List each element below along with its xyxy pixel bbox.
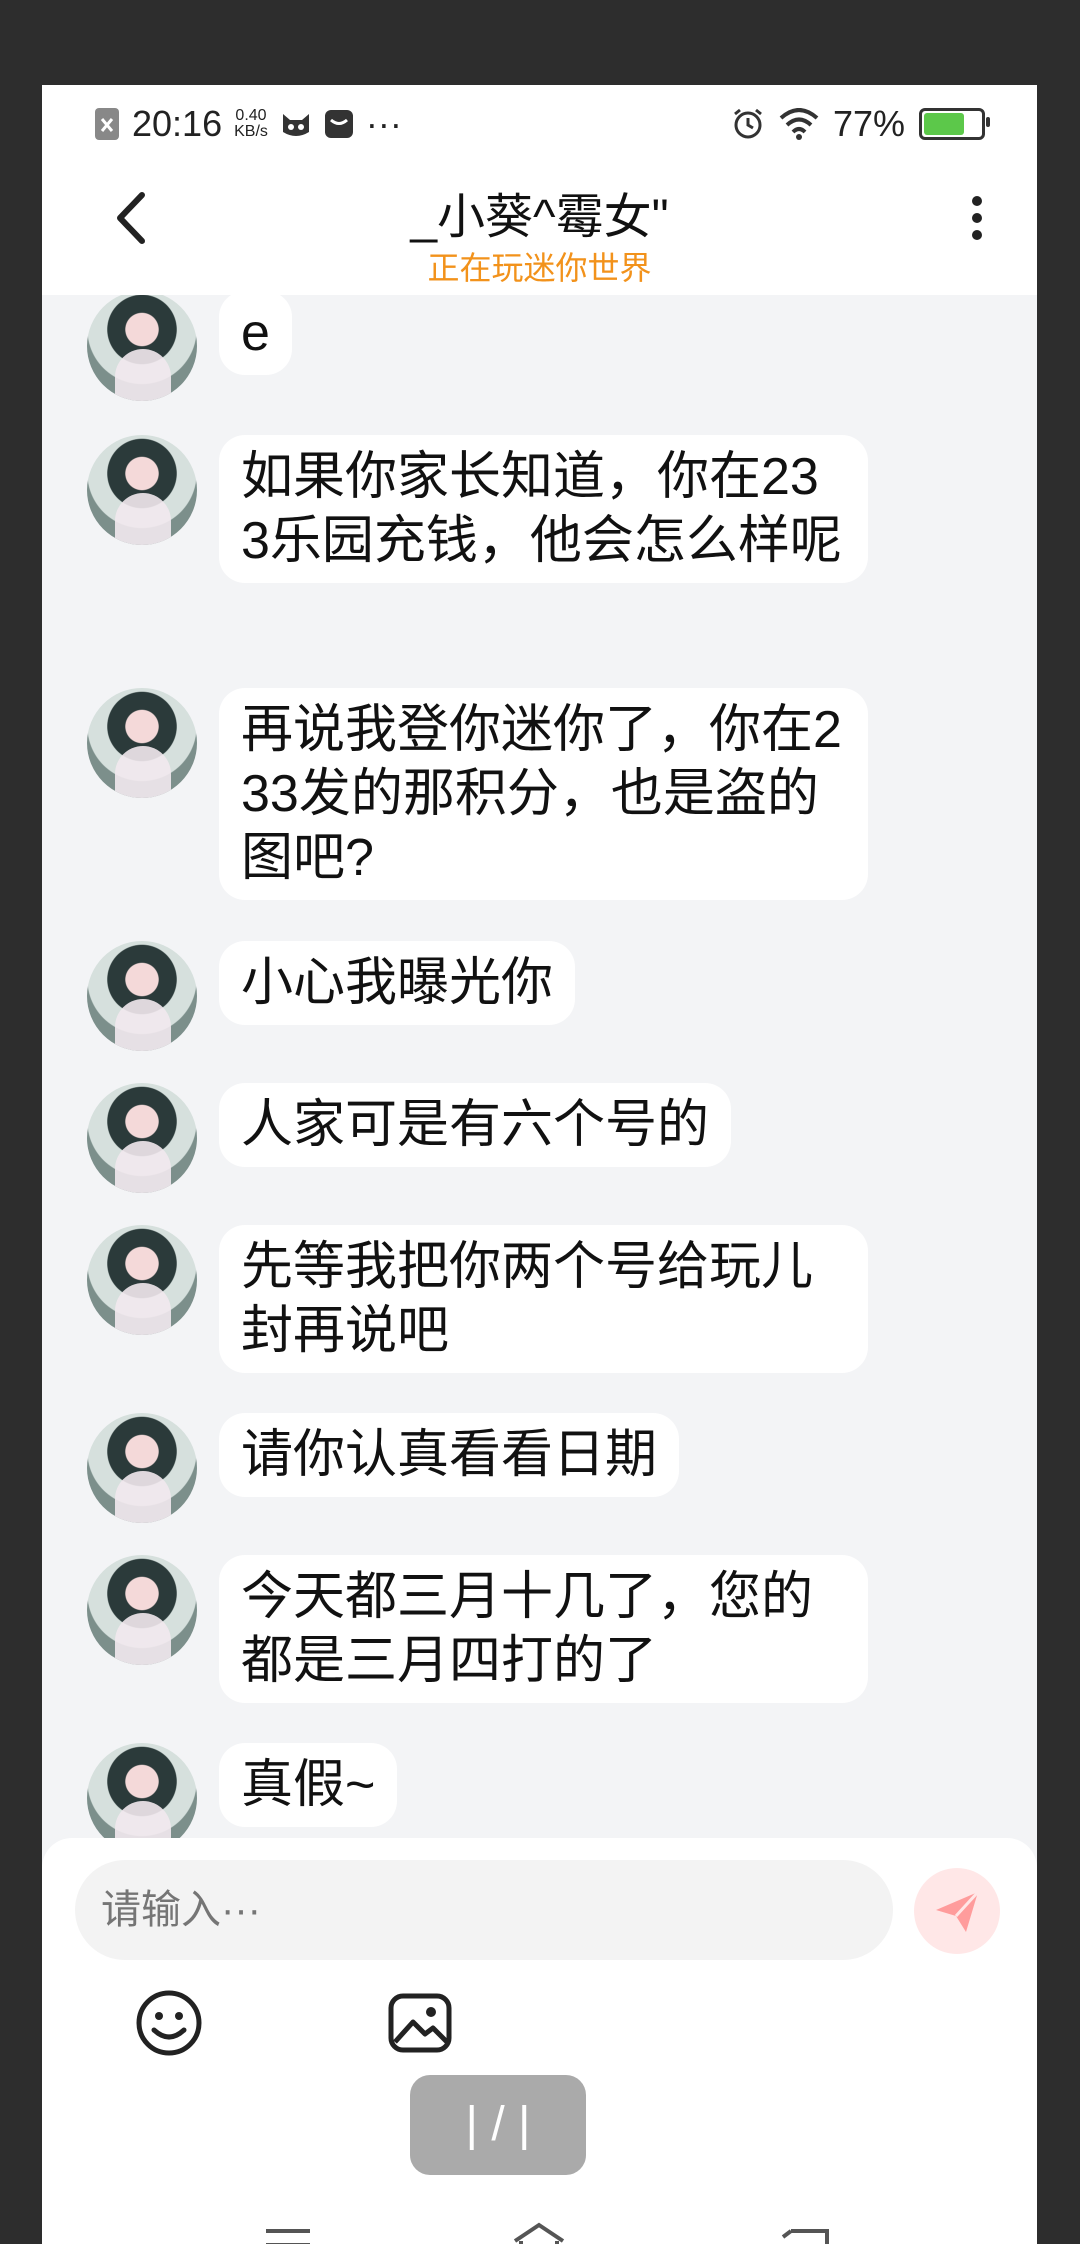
avatar[interactable]	[87, 688, 197, 798]
message-bubble[interactable]: e	[219, 295, 292, 375]
message-bubble[interactable]: 小心我曝光你	[219, 941, 576, 1025]
clock: 20:16	[132, 103, 223, 144]
battery-percent: 77%	[832, 103, 905, 144]
back-nav-icon[interactable]	[777, 2215, 837, 2244]
avatar[interactable]	[87, 1743, 197, 1853]
phone-screen: 20:16 0.40 KB/s ··· 77% _小葵^霉女" 正在玩迷你世界 …	[42, 85, 1037, 2244]
message-bubble[interactable]: 人家可是有六个号的	[219, 1083, 732, 1167]
message-item: 今天都三月十几了，您的都是三月四打的了	[87, 1555, 868, 1703]
cat-icon	[282, 114, 309, 136]
page-indicator: | / |	[410, 2075, 586, 2175]
navigation-bar	[42, 2215, 1037, 2244]
message-bubble[interactable]: 真假~	[219, 1743, 398, 1827]
message-list[interactable]: e 如果你家长知道，你在233乐园充钱，他会怎么样呢 再说我登你迷你了，你在23…	[42, 295, 1037, 1925]
message-item: e	[87, 295, 292, 401]
status-bar: 20:16 0.40 KB/s ··· 77%	[42, 85, 1037, 163]
message-input[interactable]	[75, 1860, 893, 1960]
status-right: 77%	[731, 103, 990, 145]
message-item: 再说我登你迷你了，你在233发的那积分，也是盗的图吧?	[87, 688, 868, 900]
message-item: 真假~	[87, 1743, 398, 1853]
send-icon	[936, 1890, 980, 1932]
send-button[interactable]	[914, 1868, 1000, 1954]
message-bubble[interactable]: 请你认真看看日期	[219, 1413, 680, 1497]
avatar[interactable]	[87, 1555, 197, 1665]
chat-title: _小葵^霉女"	[410, 191, 669, 244]
input-panel	[42, 1838, 1037, 2244]
message-item: 先等我把你两个号给玩儿封再说吧	[87, 1225, 868, 1373]
chat-status: 正在玩迷你世界	[427, 250, 652, 286]
more-notifications: ···	[365, 103, 402, 144]
chat-header: _小葵^霉女" 正在玩迷你世界	[42, 163, 1037, 295]
message-item: 人家可是有六个号的	[87, 1083, 732, 1193]
alarm-icon	[734, 108, 762, 139]
menu-icon[interactable]	[258, 2215, 318, 2244]
message-box-icon	[324, 110, 353, 138]
emoji-button[interactable]	[134, 1988, 204, 2058]
battery-fill	[924, 113, 964, 135]
battery-icon	[919, 108, 990, 140]
avatar[interactable]	[87, 1413, 197, 1523]
avatar[interactable]	[87, 295, 197, 401]
message-item: 请你认真看看日期	[87, 1413, 680, 1523]
avatar[interactable]	[87, 1225, 197, 1335]
message-bubble[interactable]: 再说我登你迷你了，你在233发的那积分，也是盗的图吧?	[219, 688, 868, 900]
message-bubble[interactable]: 如果你家长知道，你在233乐园充钱，他会怎么样呢	[219, 435, 868, 583]
message-item: 如果你家长知道，你在233乐园充钱，他会怎么样呢	[87, 435, 868, 583]
avatar[interactable]	[87, 435, 197, 545]
image-button[interactable]	[385, 1988, 455, 2058]
sim-icon	[95, 108, 119, 140]
message-bubble[interactable]: 先等我把你两个号给玩儿封再说吧	[219, 1225, 868, 1373]
avatar[interactable]	[87, 941, 197, 1051]
wifi-icon	[779, 108, 819, 140]
status-left: 20:16 0.40 KB/s ···	[94, 103, 402, 145]
home-icon[interactable]	[509, 2215, 569, 2244]
message-item: 小心我曝光你	[87, 941, 576, 1051]
message-bubble[interactable]: 今天都三月十几了，您的都是三月四打的了	[219, 1555, 868, 1703]
net-speed-value: 0.40	[235, 107, 267, 124]
more-options-button[interactable]	[957, 183, 997, 253]
net-speed: 0.40 KB/s	[234, 108, 268, 140]
avatar[interactable]	[87, 1083, 197, 1193]
net-speed-unit: KB/s	[234, 123, 268, 140]
